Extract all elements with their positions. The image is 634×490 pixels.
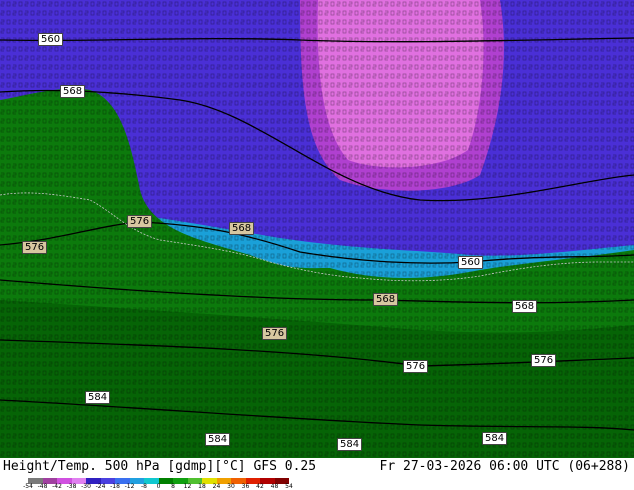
contour-label: 568	[512, 300, 538, 313]
contour-label: 568	[229, 222, 255, 235]
contour-label: 560	[38, 33, 64, 46]
legend-tick-label: 24	[212, 483, 221, 490]
contour-label: 576	[22, 241, 48, 254]
contour-label: 576	[262, 327, 288, 340]
legend-tick-label: -54	[23, 483, 33, 490]
legend-tick-label: 48	[270, 483, 279, 490]
legend-tick-label: 30	[227, 483, 235, 490]
legend-tick-label: 8	[171, 483, 175, 490]
contour-label: 576	[127, 215, 153, 228]
legend-tick-label: 18	[198, 483, 206, 490]
contour-label: 584	[205, 433, 231, 446]
contour-label: 568	[373, 293, 399, 306]
weather-map: 560 568 576 568 576 560 568 568 576 576 …	[0, 0, 634, 458]
legend-tick-label: -24	[95, 483, 106, 490]
legend-tick-label: -12	[124, 483, 135, 490]
legend-tick-label: -48	[37, 483, 48, 490]
legend-tick-label: 12	[183, 483, 192, 490]
legend-tick-label: 42	[256, 483, 264, 490]
contour-label: 584	[482, 432, 508, 445]
legend-tick-label: 54	[285, 483, 293, 490]
map-fields	[0, 0, 634, 458]
map-footer: Height/Temp. 500 hPa [gdmp][°C] GFS 0.25…	[0, 458, 634, 490]
legend-tick-label: -8	[141, 483, 147, 490]
contour-label: 584	[337, 438, 363, 451]
contour-label: 560	[458, 256, 484, 269]
contour-label: 576	[403, 360, 429, 373]
legend-tick-label: -18	[110, 483, 120, 490]
contour-label: 584	[85, 391, 111, 404]
contour-label: 576	[531, 354, 557, 367]
valid-time: Fr 27-03-2026 06:00 UTC (06+288)	[379, 459, 630, 474]
legend-tick-label: -30	[81, 483, 91, 490]
legend-tick-label: -38	[66, 483, 77, 490]
chart-title: Height/Temp. 500 hPa [gdmp][°C] GFS 0.25	[3, 459, 317, 474]
legend-tick-label: 0	[156, 483, 161, 490]
contour-label: 568	[60, 85, 86, 98]
legend-tick-label: -42	[52, 483, 62, 490]
legend-tick-label: 36	[241, 483, 250, 490]
